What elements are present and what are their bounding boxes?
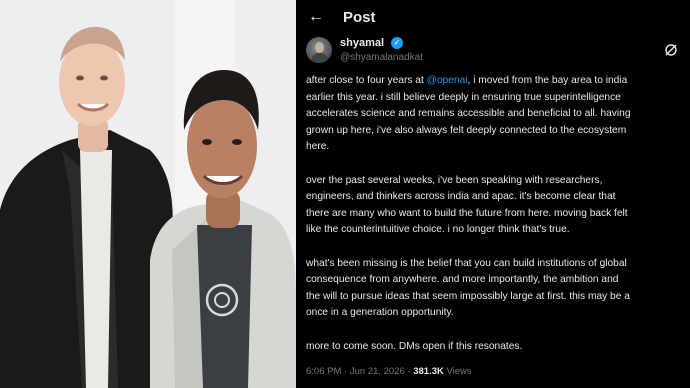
- mention-link[interactable]: @openai: [427, 75, 468, 86]
- post-panel: ← Post shyamal ✓ @shyamalanadkat after c…: [296, 0, 690, 388]
- arrow-left-icon[interactable]: ←: [306, 8, 326, 26]
- post-paragraph-3: what's been missing is the belief that y…: [306, 257, 630, 319]
- views-label: Views: [443, 366, 472, 377]
- post-time[interactable]: 6:06 PM: [306, 366, 341, 377]
- post-paragraph-2: over the past several weeks, i've been s…: [306, 174, 628, 236]
- page-title: Post: [343, 9, 376, 26]
- post-paragraph-4: more to come soon. DMs open if this reso…: [306, 340, 523, 352]
- post-author: shyamal ✓ @shyamalanadkat: [306, 37, 682, 71]
- author-name[interactable]: shyamal: [340, 37, 384, 49]
- view-count: 381.3K: [413, 366, 444, 377]
- post-date[interactable]: Jun 21, 2026: [350, 366, 405, 377]
- post-meta: 6:06 PM · Jun 21, 2026 · 381.3K Views: [306, 366, 472, 377]
- avatar[interactable]: [306, 37, 332, 63]
- grok-icon[interactable]: [664, 43, 678, 57]
- author-handle[interactable]: @shyamalanadkat: [340, 52, 423, 63]
- post-paragraph-1: after close to four years at @openai, i …: [306, 75, 631, 153]
- post-text: after close to four years at @openai, i …: [306, 73, 684, 372]
- photo-illustration: [0, 0, 296, 388]
- verified-badge-icon: ✓: [391, 37, 403, 49]
- post-photo[interactable]: [0, 0, 296, 388]
- post-header: ← Post: [296, 0, 690, 34]
